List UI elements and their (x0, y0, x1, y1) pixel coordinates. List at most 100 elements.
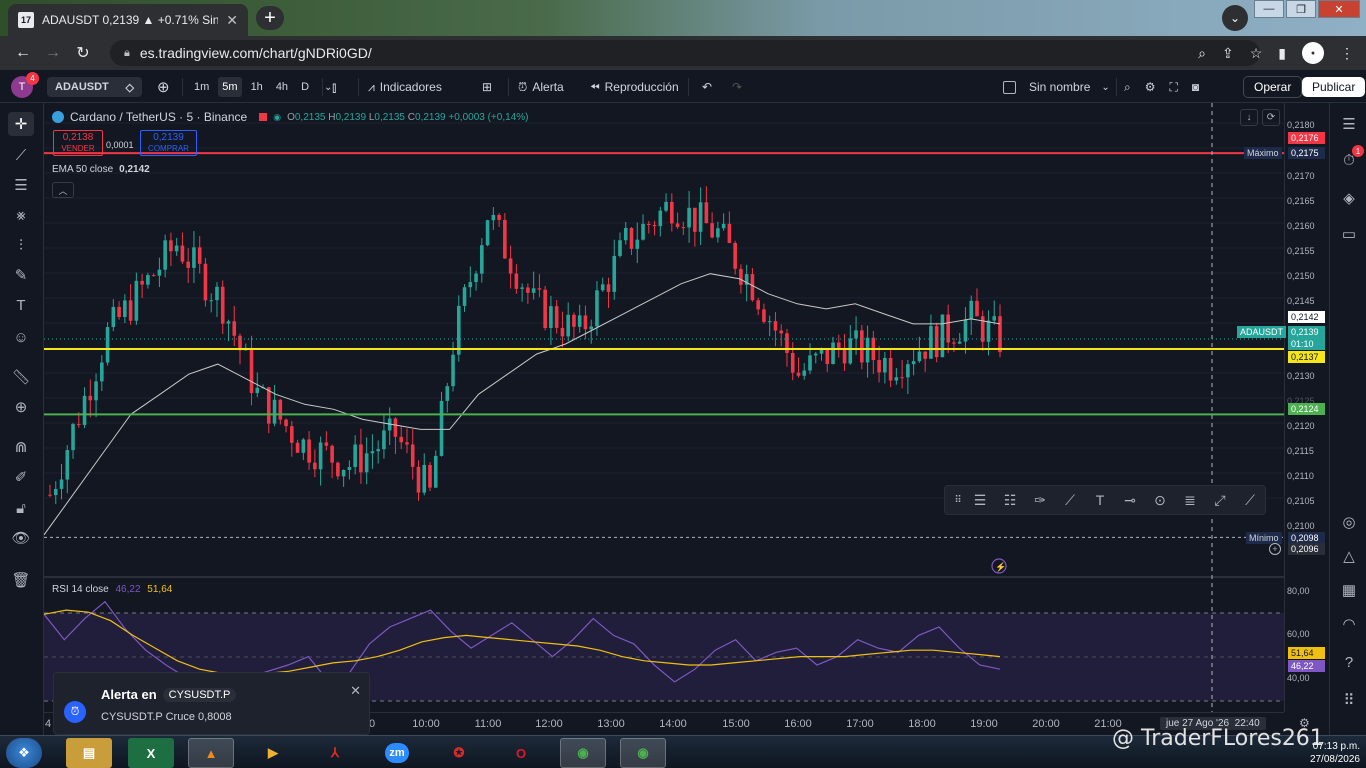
share-icon[interactable]: ⇪ (1222, 45, 1234, 62)
browser-tab-active[interactable]: 17 ADAUSDT 0,2139 ▲ +0.71% Sin nombre ✕ (8, 4, 248, 36)
user-avatar[interactable]: T 4 (11, 72, 39, 98)
fib-extension-icon[interactable]: ☷ (995, 492, 1025, 509)
layout-dropdown-icon[interactable]: ⌄ (1101, 82, 1109, 93)
minimize-icon[interactable]: — (1254, 0, 1284, 18)
drag-handle-icon[interactable]: ⠿ (951, 495, 965, 506)
help-icon[interactable]: ? (1338, 651, 1360, 673)
fib-retracement-icon[interactable]: ☰ (965, 492, 995, 509)
alert-symbol-chip[interactable]: CYSUSDT.P (162, 687, 237, 702)
redo-icon[interactable]: ↷ (732, 80, 742, 94)
add-symbol-icon[interactable]: ⊕ (157, 78, 170, 96)
trend-line-tool-icon[interactable]: ⟋ (1235, 492, 1265, 509)
text-tool-icon[interactable]: T (8, 293, 34, 317)
buy-button[interactable]: 0,2139 COMPRAR (140, 130, 197, 156)
scroll-down-icon[interactable]: ↓ (1240, 109, 1258, 126)
circle-tool-icon[interactable]: ⊙ (1145, 492, 1175, 509)
excel-icon[interactable]: X (128, 738, 174, 768)
quick-search-icon[interactable]: ⌕ (1124, 80, 1131, 95)
magnet-icon[interactable]: ⋒ (8, 435, 34, 459)
alert-button[interactable]: Alerta (532, 80, 563, 94)
ema-legend[interactable]: EMA 50 close 0,2142 (52, 164, 150, 175)
profile-avatar[interactable]: ● (1302, 42, 1324, 64)
new-tab-button[interactable]: + (256, 6, 284, 30)
zoom-icon[interactable]: ⌕ (1198, 45, 1206, 62)
replay-button[interactable]: Reproducción (605, 80, 679, 94)
interval-4h[interactable]: 4h (272, 81, 292, 93)
tab-search-button[interactable]: ⌄ (1222, 5, 1248, 31)
brush-icon[interactable]: ✎ (8, 263, 34, 287)
templates-icon[interactable]: ⊞ (482, 80, 492, 94)
price-chart[interactable]: ⚡ (44, 103, 1284, 712)
layout-name[interactable]: Sin nombre (1029, 80, 1090, 94)
url-bar[interactable]: 🔒︎ es.tradingview.com/chart/gNDRi0GD/ (110, 40, 1260, 66)
file-explorer-icon[interactable]: ▤ (66, 738, 112, 768)
interval-1m[interactable]: 1m (190, 81, 213, 93)
window-close-icon[interactable]: ✕ (1318, 0, 1360, 18)
projection-tool-icon[interactable]: ⫶ (8, 233, 34, 257)
chat-icon[interactable]: ▭ (1338, 223, 1360, 245)
calendar-icon[interactable]: ▦ (1338, 579, 1360, 601)
game-app-icon[interactable]: ✪ (436, 738, 482, 768)
red-flag-icon[interactable] (259, 113, 268, 121)
interval-5m[interactable]: 5m (218, 77, 242, 97)
watchlist-icon[interactable]: ☰ (1338, 113, 1360, 135)
lock-drawings-icon[interactable]: 🔓︎ (8, 496, 34, 520)
trash-icon[interactable]: 🗑︎ (8, 568, 34, 592)
vlc-icon[interactable]: ▲ (188, 738, 234, 768)
camera-icon[interactable]: ◙ (1192, 80, 1199, 94)
add-alert-plus-icon[interactable]: + (1269, 543, 1281, 555)
apps-grid-icon[interactable]: ⠿ (1338, 689, 1360, 711)
ideas-icon[interactable]: △ (1338, 545, 1360, 567)
interval-1h[interactable]: 1h (247, 81, 267, 93)
zoom-in-icon[interactable]: ⊕ (8, 395, 34, 419)
sell-button[interactable]: 0,2138 VENDER (53, 130, 103, 156)
maximize-icon[interactable]: ❐ (1286, 0, 1316, 18)
lines-tool-icon[interactable]: ≣ (1175, 492, 1205, 509)
reload-icon[interactable]: ↻ (68, 43, 98, 63)
browser-menu-icon[interactable]: ⋮ (1340, 45, 1354, 62)
path-tool-icon[interactable]: ⟋ (1055, 492, 1085, 509)
pdf-reader-icon[interactable]: ⅄ (312, 738, 358, 768)
chrome-icon-2[interactable]: ◉ (620, 738, 666, 768)
symbol-search-button[interactable]: ADAUSDT ◇ (47, 77, 142, 97)
crosshair-icon[interactable]: ✛ (8, 112, 34, 136)
side-panel-icon[interactable]: ▮ (1278, 45, 1286, 62)
alerts-clock-icon[interactable]: ⏱︎ 1 (1338, 145, 1364, 171)
emoji-icon[interactable]: ☺ (8, 325, 34, 349)
pen-tool-icon[interactable]: ✑ (1025, 492, 1055, 509)
pattern-tool-icon[interactable]: ⨳ (8, 203, 34, 227)
fib-tool-icon[interactable]: ☰ (8, 173, 34, 197)
indicators-button[interactable]: Indicadores (380, 80, 442, 94)
publish-button[interactable]: Publicar (1302, 77, 1366, 97)
collapse-legend-icon[interactable]: ︿ (52, 182, 74, 198)
candles-type-icon[interactable]: ⫾ (332, 79, 336, 96)
trend-line-icon[interactable]: ⟋ (8, 143, 34, 167)
close-tab-icon[interactable]: ✕ (226, 12, 238, 29)
settings-gear-icon[interactable]: ⚙︎ (1145, 80, 1156, 94)
rsi-legend[interactable]: RSI 14 close 46,22 51,64 (52, 584, 172, 595)
fullscreen-icon[interactable]: ⛶ (1170, 80, 1178, 95)
ray-tool-icon[interactable]: ⤢ (1205, 492, 1235, 509)
text-tool-icon[interactable]: T (1085, 492, 1115, 508)
layout-checkbox-icon[interactable] (1003, 80, 1016, 94)
stay-drawing-icon[interactable]: ✐ (8, 465, 34, 489)
chrome-icon[interactable]: ◉ (560, 738, 606, 768)
hide-drawings-icon[interactable]: 👁︎ (8, 526, 34, 550)
target-icon[interactable]: ◎ (1338, 511, 1360, 533)
opera-icon[interactable]: O (498, 738, 544, 768)
interval-D[interactable]: D (297, 81, 313, 93)
broadcast-icon[interactable]: ◠ (1338, 613, 1360, 635)
back-icon[interactable]: ← (8, 44, 38, 62)
bookmark-star-icon[interactable]: ☆ (1250, 45, 1263, 62)
windows-start-icon[interactable]: ❖ (6, 738, 42, 768)
horizontal-ray-icon[interactable]: ⊸ (1115, 492, 1145, 509)
legend-title[interactable]: Cardano / TetherUS · 5 · Binance (70, 110, 247, 124)
alert-notification[interactable]: ⏰︎ Alerta en CYSUSDT.P CYSUSDT.P Cruce 0… (53, 672, 370, 735)
media-player-icon[interactable]: ▶ (250, 738, 296, 768)
layers-icon[interactable]: ◈ (1338, 187, 1360, 209)
forward-icon[interactable]: → (38, 44, 68, 62)
zoom-app-icon[interactable]: zm (374, 738, 420, 768)
ruler-icon[interactable]: 📏︎ (8, 365, 34, 389)
close-alert-icon[interactable]: ✕ (350, 683, 361, 699)
trade-button[interactable]: Operar (1243, 76, 1303, 98)
